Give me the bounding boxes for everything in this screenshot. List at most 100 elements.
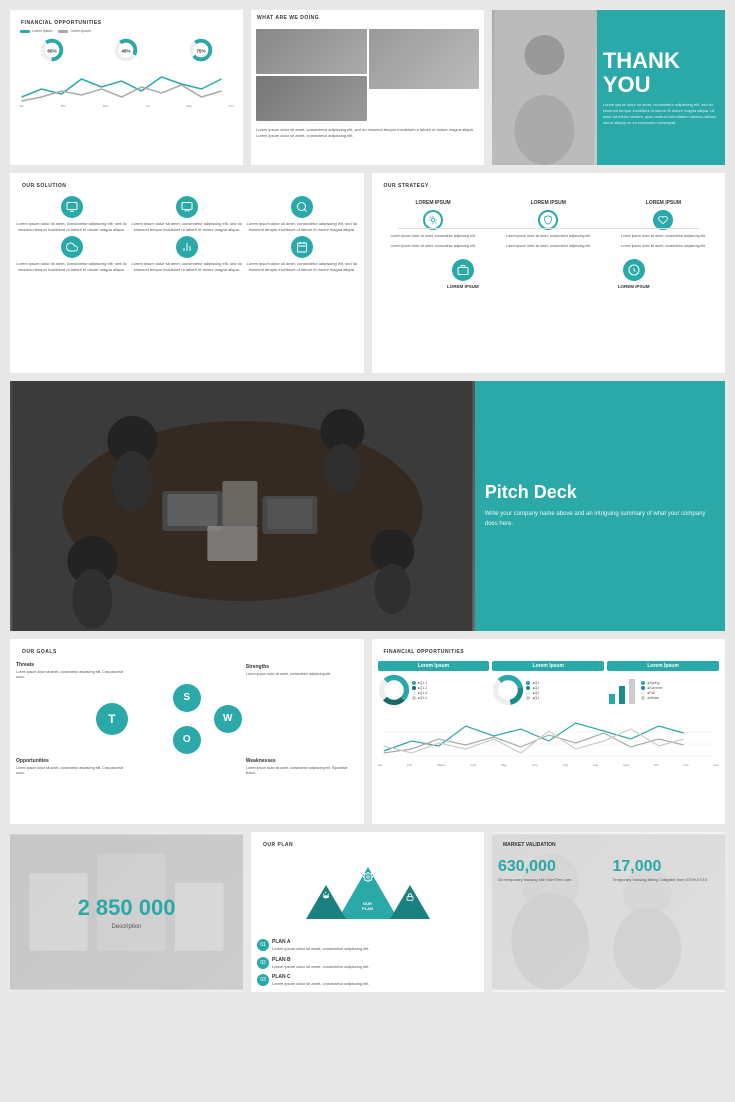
fin2-dot-3-3	[641, 691, 645, 695]
fin2-dot-2-3	[526, 691, 530, 695]
photo-2	[369, 29, 480, 89]
line-chart-labels: JanMarMayJulSepNov	[15, 104, 238, 108]
monitor-icon	[66, 201, 78, 213]
donut-svg-1: 65%	[38, 36, 66, 64]
plan-num-2: 02	[257, 957, 269, 969]
strategy-icon-2	[543, 215, 553, 225]
slide-financial-opportunities-2: FINANCIAL OPPORTUNITIES Lorem Ipsum Lore…	[372, 639, 726, 824]
fin2-donut-svg-2	[492, 674, 524, 706]
plan-item-2-title: PLAN B	[272, 957, 369, 964]
strategy-text-2: Lorem ipsum dolor sit amet, consectetur …	[506, 234, 591, 249]
solution-text-3: Lorem ipsum dolor sit amet, consectetur …	[246, 221, 357, 232]
desktop-icon	[181, 201, 193, 213]
market-content-block: MARKET VALIDATION 630,000 On temporary h…	[498, 837, 719, 883]
fin2-legend-1: ●Q1.1 ●Q1.2 ●Q1.3 ●Q1.4	[412, 681, 428, 700]
fin2-bar-chart-svg	[607, 674, 639, 706]
fin2-chart-2: ●Q1 ●Q2 ●Q3 ●Q4	[492, 674, 604, 706]
svg-text:45%: 45%	[122, 48, 132, 53]
donut-charts-row: 65% 45% 75%	[15, 36, 238, 64]
fin2-legend-item-1-2: ●Q1.2	[412, 686, 428, 690]
market-stat-2-number: 17,000	[613, 859, 720, 875]
solution-text-6: Lorem ipsum dolor sit amet, consectetur …	[246, 261, 357, 272]
market-stats-grid: 630,000 On temporary housing site GumTre…	[498, 859, 719, 883]
donut-chart-2: 45%	[112, 36, 140, 64]
search-icon	[296, 201, 308, 213]
stats-description: Description	[111, 924, 141, 930]
plan-label-text2: PLAN	[362, 906, 373, 911]
fin2-legend-item-1-3: ●Q1.3	[412, 691, 428, 695]
market-stat-1-desc: On temporary housing site GumTree.com	[498, 877, 605, 883]
solution-item-3: Lorem ipsum dolor sit amet, consectetur …	[246, 196, 357, 232]
plan-text-1: PLAN A Lorem ipsum dolor sit amet, conse…	[272, 939, 369, 952]
slide-our-strategy: OUR STRATEGY LOREM IPSUM Lorem ipsum dol…	[372, 173, 726, 373]
legend-color-1	[20, 30, 30, 33]
plan-item-1-title: PLAN A	[272, 939, 369, 946]
fin2-legend-item-3-1: ●Spring	[641, 681, 662, 685]
thank-you-image-bg	[492, 10, 597, 165]
solution-icon-circle-2	[176, 196, 198, 218]
plan-items-list: 01 PLAN A Lorem ipsum dolor sit amet, co…	[257, 939, 478, 987]
strategy-bottom-1: LOREM IPSUM	[447, 259, 479, 289]
fin2-header-1: Lorem Ipsum	[378, 661, 490, 671]
strategy-icon-3	[658, 215, 668, 225]
market-title: MARKET VALIDATION	[498, 837, 719, 851]
line-chart-svg-1	[15, 69, 238, 104]
solution-item-2: Lorem ipsum dolor sit amet, consectetur …	[131, 196, 242, 232]
slide-our-solution: OUR SOLUTION Lorem ipsum dolor sit amet,…	[10, 173, 364, 373]
slide2-text: Lorem ipsum dolor sit amet, consectetur …	[251, 123, 484, 143]
thank-you-title: THANKYOU	[603, 49, 719, 97]
strategy-bottom-row: LOREM IPSUM LOREM IPSUM	[378, 259, 720, 289]
weaknesses-label-area: Weaknesses Lorem ipsum dolor sit amet, c…	[246, 758, 358, 776]
swot-center-circles: S W O	[132, 684, 242, 754]
legend-item-1: Lorem Ipsum	[20, 29, 52, 33]
solution-icon-circle-4	[61, 236, 83, 258]
strategy-bottom-2: LOREM IPSUM	[618, 259, 650, 289]
pitch-deck-overlay	[10, 381, 475, 631]
donut-chart-3: 75%	[187, 36, 215, 64]
solution-icon-circle-3	[291, 196, 313, 218]
slide-financial-opportunities-1: FINANCIAL OPPORTUNITIES Lorem Ipsum Lore…	[10, 10, 243, 165]
opportunities-text: Lorem ipsum dolor sit amet, consectetur …	[16, 766, 128, 776]
market-stat-1-number: 630,000	[498, 859, 605, 875]
fin2-legend-item-2-3: ●Q3	[526, 691, 539, 695]
solution-item-4: Lorem ipsum dolor sit amet, consectetur …	[16, 236, 127, 272]
pitch-deck-image	[10, 381, 475, 631]
legend-label-2: Lorem Ipsum	[70, 29, 90, 33]
solution-icon-circle-6	[291, 236, 313, 258]
svg-text:65%: 65%	[47, 48, 57, 53]
slide-market-validation: MARKET VALIDATION 630,000 On temporary h…	[492, 832, 725, 992]
fin2-legend-2: ●Q1 ●Q2 ●Q3 ●Q4	[526, 681, 539, 700]
plan-item-3-title: PLAN C	[272, 974, 369, 981]
slide2-title: WHAT ARE WE DOING	[251, 10, 484, 24]
photo-1	[256, 29, 367, 74]
lock-icon	[406, 893, 414, 901]
strengths-text: Lorem ipsum dolor sit amet, consectetur …	[246, 672, 358, 677]
fin2-dot-2-2	[526, 686, 530, 690]
strategy-label-2: LOREM IPSUM	[531, 200, 566, 206]
solution-text-4: Lorem ipsum dolor sit amet, consectetur …	[16, 261, 127, 272]
threats-label-area: Threats Lorem ipsum dolor sit amet, cons…	[16, 662, 128, 680]
solution-item-6: Lorem ipsum dolor sit amet, consectetur …	[246, 236, 357, 272]
strategy-top-columns: LOREM IPSUM Lorem ipsum dolor sit amet, …	[378, 200, 720, 249]
strengths-label-area: Strengths Lorem ipsum dolor sit amet, co…	[246, 664, 358, 677]
strategy-circle-1	[423, 210, 443, 230]
cloud-icon	[66, 241, 78, 253]
strategy-bottom-circle-1	[452, 259, 474, 281]
slide5-title: OUR STRATEGY	[378, 178, 720, 192]
fin2-legend-item-1-4: ●Q1.4	[412, 696, 428, 700]
strategy-circle-3	[653, 210, 673, 230]
slide-thank-you: THANKYOU Lorem ipsum dolor sit amet, con…	[492, 10, 725, 165]
strategy-bottom-label-2: LOREM IPSUM	[618, 284, 650, 289]
fin2-dot-1-1	[412, 681, 416, 685]
fin2-legend-3: ●Spring ●Summer ●Fall ●Winter	[641, 681, 662, 700]
fin2-legend-item-3-3: ●Fall	[641, 691, 662, 695]
calendar-icon	[296, 241, 308, 253]
plan-lock-icon	[406, 893, 414, 903]
fin2-dot-2-4	[526, 696, 530, 700]
strategy-bottom-circle-2	[623, 259, 645, 281]
slide-what-we-doing: WHAT ARE WE DOING Lorem ipsum dolor sit …	[251, 10, 484, 165]
strategy-text-1: Lorem ipsum dolor sit amet, consectetur …	[390, 234, 475, 249]
thank-you-person-svg	[492, 10, 597, 165]
fin2-dot-1-3	[412, 691, 416, 695]
plan-text-3: PLAN C Lorem ipsum dolor sit amet, conse…	[272, 974, 369, 987]
